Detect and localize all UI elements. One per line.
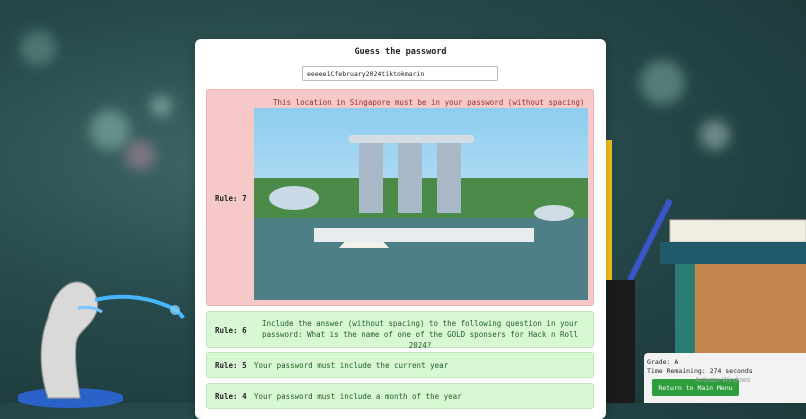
rule-text: This location in Singapore must be in yo…	[273, 98, 585, 107]
rule-card-5: Rule: 5 Your password must include the c…	[206, 352, 594, 378]
rule-label: Rule: 5	[215, 361, 247, 370]
rule-text: Include the answer (without spacing) to …	[261, 319, 579, 350]
rule-card-6: Rule: 6 Include the answer (without spac…	[206, 311, 594, 350]
password-game-panel: Guess the password Rule: 7 This location…	[195, 39, 606, 419]
rule-card-7: Rule: 7 This location in Singapore must …	[206, 89, 594, 306]
grade-text: Grade: A	[647, 358, 679, 366]
time-remaining-text: Time Remaining: 274 seconds	[647, 367, 753, 375]
water-jet-image	[95, 294, 185, 320]
rule-label: Rule: 6	[215, 326, 247, 335]
activate-windows-watermark: Activate Windows	[695, 377, 751, 384]
rule-label: Rule: 4	[215, 392, 247, 401]
rule-card-4: Rule: 4 Your password must include a mon…	[206, 383, 594, 409]
merlion-statue-image	[18, 281, 123, 408]
rule-text: Your password must include the current y…	[254, 361, 449, 370]
game-title: Guess the password	[354, 47, 447, 57]
rule-label: Rule: 7	[215, 194, 247, 203]
marina-bay-sands-photo	[254, 108, 588, 300]
password-input[interactable]	[302, 66, 498, 81]
rule-text: Your password must include a month of th…	[254, 392, 462, 401]
